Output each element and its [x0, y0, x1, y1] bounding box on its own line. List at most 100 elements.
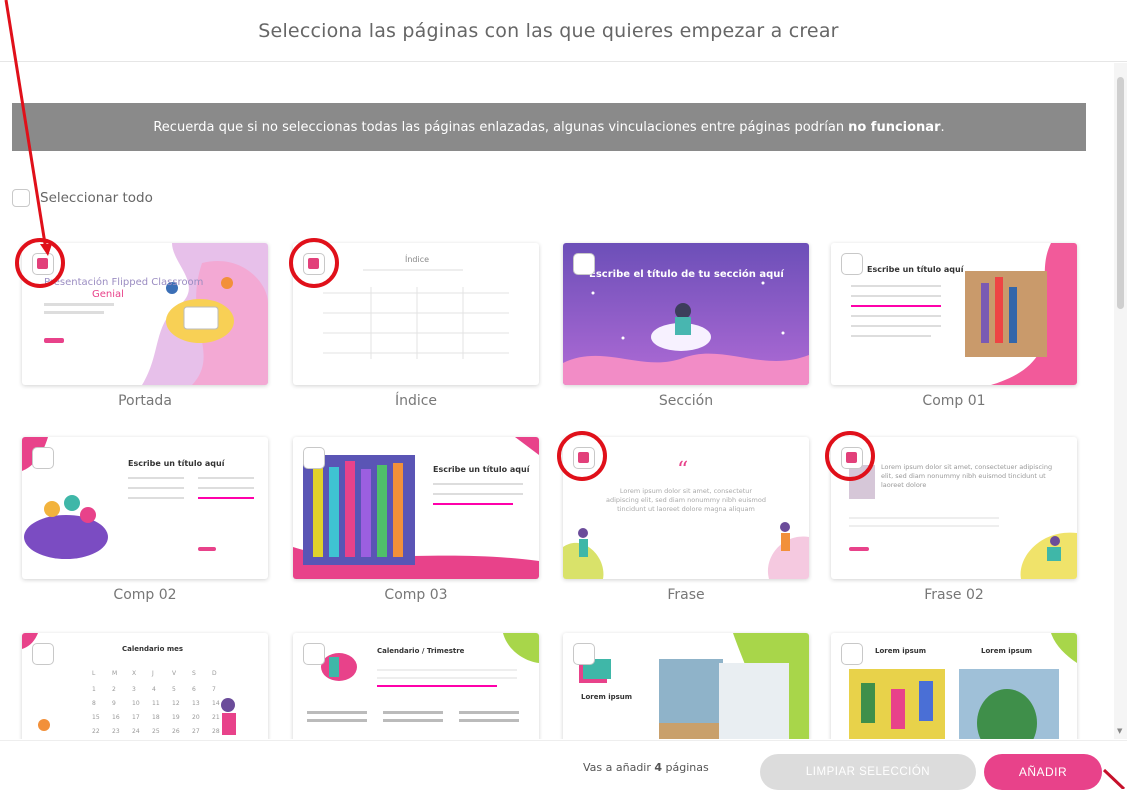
svg-text:D: D — [212, 670, 217, 677]
svg-text:22: 22 — [92, 728, 100, 735]
svg-text:12: 12 — [172, 700, 180, 707]
calendario2-thumb-title: Calendario / Trimestre — [377, 647, 465, 655]
fotos-thumb-title: Lorem ipsum — [581, 693, 633, 701]
page-label-comp01: Comp 01 — [922, 393, 986, 409]
page-label-portada: Portada — [118, 393, 172, 409]
comp02-thumb-title: Escribe un título aquí — [128, 459, 225, 468]
fotos-thumbnail — [579, 633, 809, 739]
svg-text:7: 7 — [212, 686, 216, 693]
comp01-checkbox[interactable] — [841, 253, 863, 275]
svg-text:28: 28 — [212, 728, 220, 735]
dialog-header: Selecciona las páginas con las que quier… — [0, 0, 1127, 62]
svg-text:3: 3 — [132, 686, 136, 693]
scroll-down-arrow-icon[interactable]: ▼ — [1117, 727, 1122, 735]
page-card-comp03[interactable]: Escribe un título aquí — [293, 437, 539, 579]
svg-text:V: V — [172, 670, 177, 677]
fotos2-thumb-title-b: Lorem ipsum — [981, 647, 1033, 655]
page-label-indice: Índice — [394, 393, 438, 409]
warning-text: Recuerda que si no seleccionas todas las… — [153, 119, 845, 135]
comp01-thumb-title: Escribe un título aquí — [867, 265, 964, 274]
svg-text:11: 11 — [152, 700, 160, 707]
page-card-seccion[interactable]: Escribe el título de tu sección aquí — [563, 243, 809, 385]
page-label-seccion: Sección — [658, 393, 714, 409]
svg-text:27: 27 — [192, 728, 200, 735]
select-all-row[interactable]: Seleccionar todo — [12, 189, 153, 207]
portada-thumb-title: Presentación Flipped Classroom — [44, 277, 204, 288]
warning-bold-text: no funcionar — [848, 119, 941, 135]
annotation-circle-indice — [289, 238, 339, 288]
svg-text:18: 18 — [152, 714, 160, 721]
calendario-thumb-title: Calendario mes — [122, 645, 184, 653]
svg-text:24: 24 — [132, 728, 140, 735]
svg-text:L: L — [92, 670, 96, 677]
frase02-thumb-text: Lorem ipsum dolor sit amet, consectetuer… — [881, 463, 1053, 489]
svg-text:1: 1 — [92, 686, 96, 693]
select-all-label: Seleccionar todo — [40, 190, 153, 206]
fotos-checkbox[interactable] — [573, 643, 595, 665]
svg-text:4: 4 — [152, 686, 156, 693]
svg-text:9: 9 — [112, 700, 116, 707]
page-card-comp01[interactable]: Escribe un título aquí — [831, 243, 1077, 385]
svg-text:2: 2 — [112, 686, 116, 693]
page-label-comp02: Comp 02 — [113, 587, 177, 603]
svg-text:J: J — [151, 670, 154, 677]
portada-thumb-accent: Genial — [92, 289, 124, 300]
svg-text:10: 10 — [132, 700, 140, 707]
svg-text:16: 16 — [112, 714, 120, 721]
svg-text:13: 13 — [192, 700, 200, 707]
comp03-thumb-title: Escribe un título aquí — [433, 465, 530, 474]
dialog-title: Selecciona las páginas con las que quier… — [258, 19, 839, 42]
frase-thumb-text: Lorem ipsum dolor sit amet, consectetur … — [605, 487, 766, 513]
svg-text:25: 25 — [152, 728, 160, 735]
annotation-circle-frase02 — [825, 431, 875, 481]
svg-text:15: 15 — [92, 714, 100, 721]
svg-text:M: M — [112, 670, 117, 677]
svg-text:14: 14 — [212, 700, 220, 707]
seccion-thumb-title: Escribe el título de tu sección aquí — [589, 269, 784, 280]
selection-summary-prefix: Vas a añadir — [583, 761, 651, 774]
vertical-scrollbar[interactable]: ▼ — [1114, 63, 1127, 739]
page-card-comp02[interactable]: Escribe un título aquí — [22, 437, 268, 579]
svg-text:20: 20 — [192, 714, 200, 721]
page-picker-content: Recuerda que si no seleccionas todas las… — [0, 63, 1113, 739]
svg-text:26: 26 — [172, 728, 180, 735]
select-all-checkbox[interactable] — [12, 189, 30, 207]
annotation-circle-portada — [15, 238, 65, 288]
page-card-calendario2[interactable]: Calendario / Trimestre — [293, 633, 539, 739]
page-card-fotos[interactable]: Lorem ipsum — [563, 633, 809, 739]
warning-banner: Recuerda que si no seleccionas todas las… — [12, 103, 1086, 151]
fotos2-thumb-title-a: Lorem ipsum — [875, 647, 927, 655]
comp02-checkbox[interactable] — [32, 447, 54, 469]
seccion-checkbox[interactable] — [573, 253, 595, 275]
page-card-calendario[interactable]: LMXJVSD 1234567 8 9 10 11 12 13 14 15 16 17 18 19 2… — [22, 633, 268, 739]
page-label-frase: Frase — [667, 587, 705, 603]
svg-text:21: 21 — [212, 714, 220, 721]
indice-thumb-title: Índice — [405, 255, 430, 264]
svg-text:23: 23 — [112, 728, 120, 735]
clear-selection-button[interactable]: LIMPIAR SELECCIÓN — [760, 754, 976, 790]
scrollbar-thumb[interactable] — [1117, 77, 1124, 309]
page-card-fotos2[interactable]: Lorem ipsum Lorem ipsum — [831, 633, 1077, 739]
seccion-thumbnail — [563, 243, 809, 385]
calendario2-checkbox[interactable] — [303, 643, 325, 665]
svg-text:5: 5 — [172, 686, 176, 693]
selection-summary: Vas a añadir 4 páginas — [583, 761, 709, 774]
svg-text:S: S — [192, 670, 196, 677]
comp03-thumbnail — [293, 437, 539, 579]
fotos2-thumbnail — [849, 633, 1077, 739]
page-label-comp03: Comp 03 — [384, 587, 448, 603]
dialog-footer: Vas a añadir 4 páginas LIMPIAR SELECCIÓN… — [0, 740, 1127, 790]
annotation-circle-frase — [557, 431, 607, 481]
svg-text:X: X — [132, 670, 136, 677]
calendario-checkbox[interactable] — [32, 643, 54, 665]
warning-end: . — [940, 119, 945, 135]
svg-text:19: 19 — [172, 714, 180, 721]
svg-text:“: “ — [677, 458, 688, 483]
selection-count: 4 — [654, 761, 663, 774]
svg-text:8: 8 — [92, 700, 96, 707]
svg-text:6: 6 — [192, 686, 196, 693]
add-button[interactable]: AÑADIR — [984, 754, 1102, 790]
fotos2-checkbox[interactable] — [841, 643, 863, 665]
page-label-frase02: Frase 02 — [924, 587, 984, 603]
comp03-checkbox[interactable] — [303, 447, 325, 469]
